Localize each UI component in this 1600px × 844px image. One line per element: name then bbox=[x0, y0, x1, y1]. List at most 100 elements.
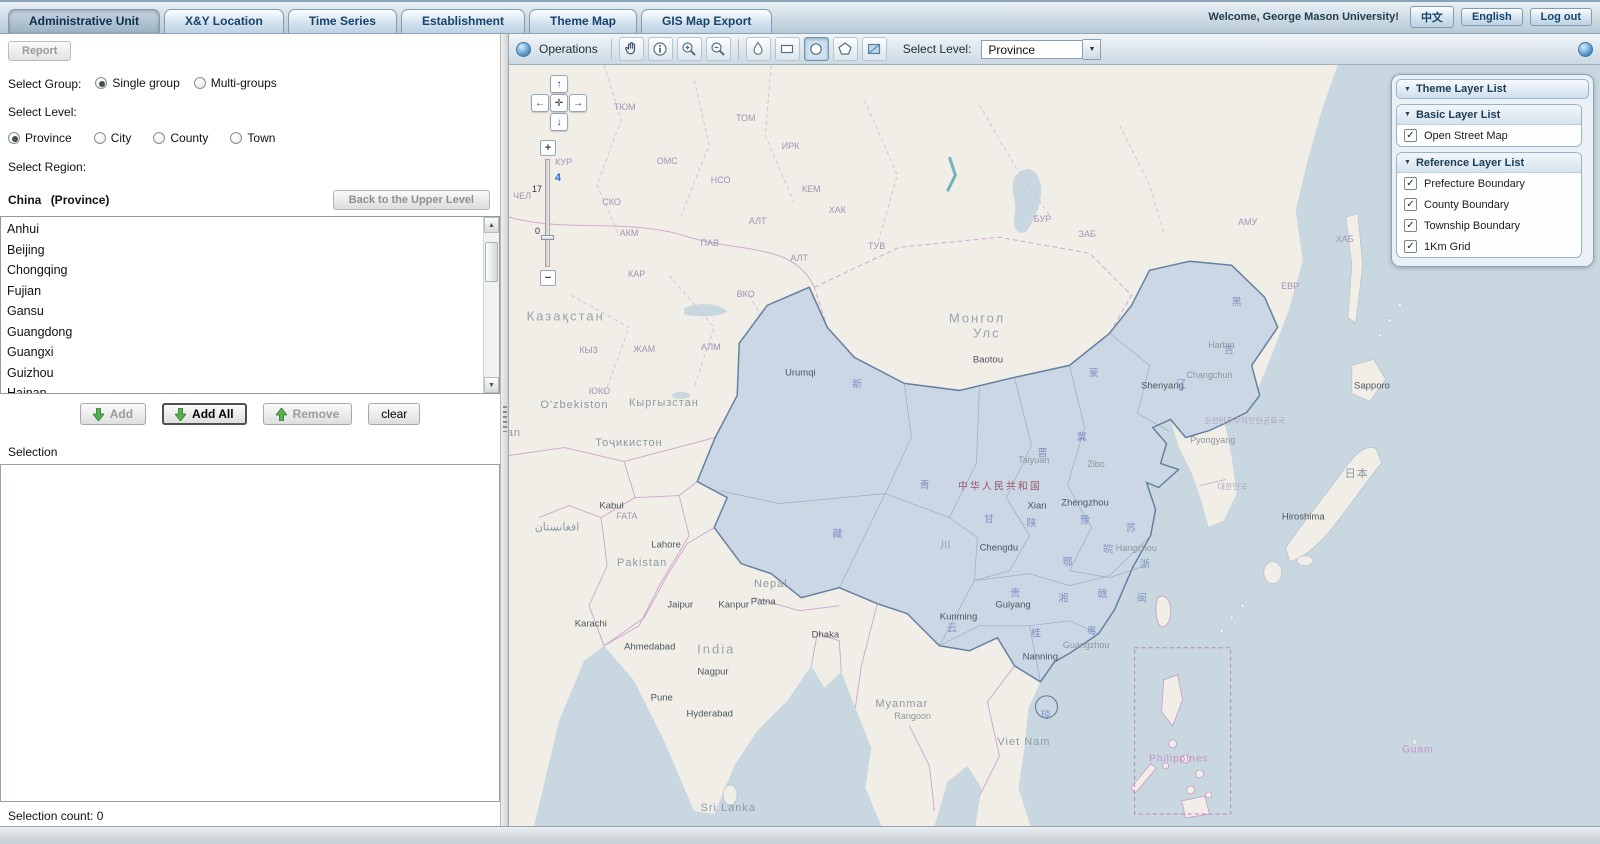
region-subtitle: (Province) bbox=[50, 193, 110, 207]
region-list-item-fujian[interactable]: Fujian bbox=[1, 281, 483, 302]
region-list-item-beijing[interactable]: Beijing bbox=[1, 240, 483, 261]
point-select-tool-button[interactable] bbox=[745, 37, 771, 61]
current-region: China (Province) bbox=[8, 193, 109, 207]
layer-row-prefecture-boundary[interactable]: ✓ Prefecture Boundary bbox=[1397, 173, 1581, 194]
select-region-label: Select Region: bbox=[8, 160, 87, 174]
layer-label: Prefecture Boundary bbox=[1424, 177, 1525, 190]
level-option-county[interactable]: County bbox=[153, 131, 208, 145]
scroll-down-icon[interactable]: ▼ bbox=[484, 377, 499, 393]
zoom-out-button[interactable]: − bbox=[540, 270, 556, 286]
extent-select-tool-button[interactable] bbox=[861, 37, 887, 61]
tab-establishment[interactable]: Establishment bbox=[400, 9, 525, 33]
checkbox-open-street-map[interactable]: ✓ bbox=[1404, 129, 1417, 142]
operations-icon[interactable] bbox=[516, 41, 531, 57]
report-button[interactable]: Report bbox=[8, 41, 72, 61]
region-list-scrollbar[interactable]: ▲ ▼ bbox=[483, 217, 499, 393]
tab-x-y-location[interactable]: X&Y Location bbox=[164, 9, 284, 33]
select-level-label: Select Level: bbox=[8, 105, 77, 119]
basic-layer-header[interactable]: ▼ Basic Layer List bbox=[1397, 105, 1581, 125]
select-group-label: Select Group: bbox=[8, 77, 82, 91]
collapse-panel-icon[interactable] bbox=[1578, 41, 1593, 57]
level-option-province[interactable]: Province bbox=[8, 131, 72, 145]
region-list-item-gansu[interactable]: Gansu bbox=[1, 301, 483, 322]
level-dropdown[interactable]: Province ▼ bbox=[981, 38, 1102, 60]
basic-layer-rows: ✓ Open Street Map bbox=[1397, 125, 1581, 146]
group-option-multi-groups[interactable]: Multi-groups bbox=[193, 76, 277, 90]
region-list: Anhui Beijing Chongqing Fujian Gansu Guangdon… bbox=[1, 217, 483, 393]
region-list-item-guangdong[interactable]: Guangdong bbox=[1, 322, 483, 343]
region-list-item-hainan[interactable]: Hainan bbox=[1, 383, 483, 393]
region-list-item-guangxi[interactable]: Guangxi bbox=[1, 342, 483, 363]
circle-select-tool-button[interactable] bbox=[803, 37, 829, 61]
triangle-down-icon: ▼ bbox=[1404, 159, 1411, 166]
checkbox-county-boundary[interactable]: ✓ bbox=[1404, 198, 1417, 211]
region-title: China bbox=[8, 193, 42, 207]
tab-gis-map-export[interactable]: GIS Map Export bbox=[641, 9, 773, 33]
operations-label: Operations bbox=[539, 42, 598, 56]
pan-center-icon[interactable]: ✛ bbox=[550, 94, 568, 112]
tab-time-series[interactable]: Time Series bbox=[287, 9, 397, 33]
level-option-label: City bbox=[110, 131, 132, 145]
logout-button[interactable]: Log out bbox=[1529, 8, 1592, 26]
region-list-item-anhui[interactable]: Anhui bbox=[1, 219, 483, 240]
pan-left-icon[interactable]: ← bbox=[531, 94, 549, 112]
lang-english-button[interactable]: English bbox=[1460, 8, 1523, 26]
pan-down-icon[interactable]: ↓ bbox=[550, 113, 568, 131]
main-tabs: Administrative Unit X&Y Location Time Seri… bbox=[8, 9, 776, 33]
pan-right-icon[interactable]: → bbox=[569, 94, 587, 112]
checkbox-township-boundary[interactable]: ✓ bbox=[1404, 219, 1417, 232]
toolbar-separator bbox=[610, 39, 612, 59]
scroll-up-icon[interactable]: ▲ bbox=[484, 217, 499, 233]
checkbox-prefecture-boundary[interactable]: ✓ bbox=[1404, 177, 1417, 190]
layer-row-county-boundary[interactable]: ✓ County Boundary bbox=[1397, 194, 1581, 215]
scrollbar-thumb[interactable] bbox=[485, 242, 498, 282]
region-list-box[interactable]: Anhui Beijing Chongqing Fujian Gansu Guangdon… bbox=[0, 216, 500, 394]
layer-row-open-street-map[interactable]: ✓ Open Street Map bbox=[1397, 125, 1581, 146]
layer-row-township-boundary[interactable]: ✓ Township Boundary bbox=[1397, 215, 1581, 236]
zoom-in-tool-button[interactable] bbox=[676, 37, 702, 61]
map-canvas[interactable]: ТЮМ ОМС ТОМ ИРК НСО КЕМ ХАК АЛТ АЛТ ТУВ БУР ЗАБ АМУ Х… bbox=[509, 65, 1600, 826]
radio-icon bbox=[95, 77, 108, 89]
add-button[interactable]: Add bbox=[79, 403, 147, 425]
identify-tool-button[interactable] bbox=[647, 37, 673, 61]
zoom-slider-track[interactable]: 4 17 0 bbox=[532, 159, 561, 267]
lang-chinese-button[interactable]: 中文 bbox=[1409, 6, 1454, 28]
checkbox-1km-grid[interactable]: ✓ bbox=[1404, 240, 1417, 253]
layer-label: Open Street Map bbox=[1424, 129, 1508, 142]
level-option-town[interactable]: Town bbox=[230, 131, 275, 145]
circle-icon bbox=[810, 43, 823, 55]
pan-tool-button[interactable] bbox=[618, 37, 644, 61]
selection-box[interactable] bbox=[0, 464, 500, 802]
polygon-select-tool-button[interactable] bbox=[832, 37, 858, 61]
green-arrow-down-icon bbox=[175, 407, 187, 421]
map-nav-control: ↑ ← ✛ → ↓ + 4 17 0 − bbox=[523, 75, 587, 286]
droplet-icon bbox=[753, 41, 763, 55]
green-arrow-up-icon bbox=[275, 407, 287, 421]
remove-button[interactable]: Remove bbox=[262, 403, 353, 425]
level-dropdown-value[interactable]: Province bbox=[981, 39, 1084, 59]
pan-up-icon[interactable]: ↑ bbox=[550, 75, 568, 93]
rectangle-select-tool-button[interactable] bbox=[774, 37, 800, 61]
chevron-down-icon[interactable]: ▼ bbox=[1083, 38, 1102, 60]
panel-splitter[interactable] bbox=[500, 34, 509, 826]
level-radio-group: Province City County Town bbox=[8, 131, 492, 145]
region-list-item-guizhou[interactable]: Guizhou bbox=[1, 363, 483, 384]
tab-theme-map[interactable]: Theme Map bbox=[529, 9, 638, 33]
level-option-city[interactable]: City bbox=[93, 131, 132, 145]
tab-administrative-unit[interactable]: Administrative Unit bbox=[8, 9, 161, 33]
clear-button[interactable]: clear bbox=[368, 403, 421, 425]
reference-layer-title: Reference Layer List bbox=[1415, 156, 1525, 169]
zoom-slider-handle[interactable] bbox=[541, 235, 554, 240]
administrative-unit-panel: Report Select Group: Single group Multi-g… bbox=[0, 34, 500, 826]
layer-row-1km-grid[interactable]: ✓ 1Km Grid bbox=[1397, 236, 1581, 257]
reference-layer-header[interactable]: ▼ Reference Layer List bbox=[1397, 153, 1581, 173]
add-all-button[interactable]: Add All bbox=[162, 403, 247, 425]
scrollbar-track[interactable] bbox=[484, 233, 499, 377]
back-upper-level-button[interactable]: Back to the Upper Level bbox=[332, 190, 490, 210]
theme-layer-panel: ▼ Theme Layer List ▼ Basic Layer List ✓ O… bbox=[1391, 74, 1594, 267]
group-option-single-group[interactable]: Single group bbox=[95, 76, 180, 90]
zoom-in-button[interactable]: + bbox=[540, 140, 556, 156]
region-list-item-chongqing[interactable]: Chongqing bbox=[1, 260, 483, 281]
zoom-out-tool-button[interactable] bbox=[705, 37, 731, 61]
theme-layer-header[interactable]: ▼ Theme Layer List bbox=[1396, 79, 1589, 99]
